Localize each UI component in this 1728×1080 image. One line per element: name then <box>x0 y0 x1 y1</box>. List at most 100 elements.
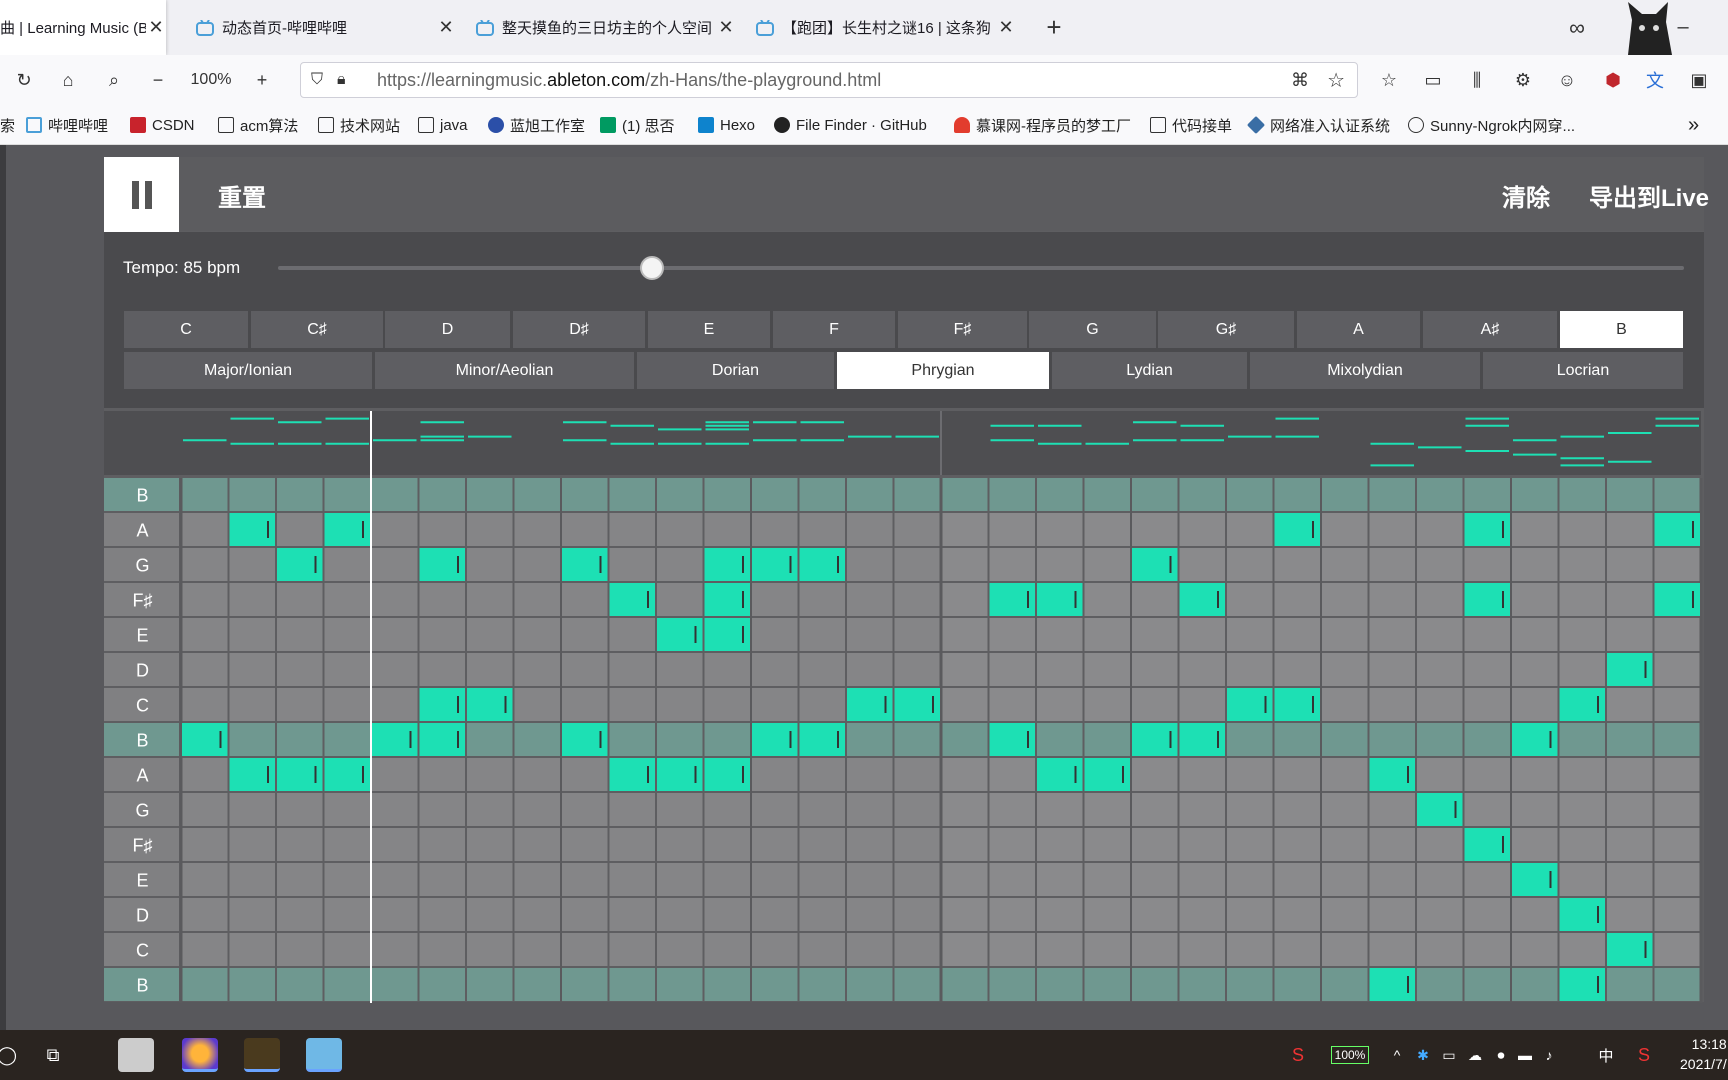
zoom-level[interactable]: 100% <box>182 55 240 105</box>
mode-button-locrian[interactable]: Locrian <box>1483 352 1683 389</box>
bookmark-star-icon[interactable]: ☆ <box>1327 68 1345 93</box>
library-icon[interactable]: ⫼ <box>1462 55 1492 105</box>
bookmark-label: java <box>440 116 468 134</box>
mode-button-mixolydian[interactable]: Mixolydian <box>1250 352 1480 389</box>
bookmark-label: 哔哩哔哩 <box>48 117 109 135</box>
folder-icon <box>1150 117 1166 133</box>
reading-list-icon[interactable]: ☆ <box>1374 55 1404 105</box>
tab-video[interactable]: 【跑团】长生村之谜16 | 这条狗 ✕ <box>756 0 1016 55</box>
hexo-icon <box>698 117 714 133</box>
shield-icon: ⛉ <box>311 71 324 88</box>
battery-icon[interactable]: ▬ <box>1514 1030 1536 1080</box>
mode-button-lydian[interactable]: Lydian <box>1052 352 1247 389</box>
bookmark-folder[interactable]: 技术网站 <box>318 113 400 137</box>
chevron-up-icon[interactable]: ^ <box>1386 1030 1408 1080</box>
key-button-g-sharp[interactable]: G♯ <box>1158 311 1294 348</box>
volume-icon[interactable]: ♪ <box>1538 1030 1560 1080</box>
close-tab-icon[interactable]: ✕ <box>146 17 166 38</box>
minimize-icon[interactable]: – <box>1668 0 1698 55</box>
export-to-live-button[interactable]: 导出到Live <box>1589 178 1709 213</box>
key-button-d-sharp[interactable]: D♯ <box>513 311 645 348</box>
battery-indicator[interactable]: 100% <box>1318 1030 1382 1080</box>
firefox-app-icon[interactable] <box>182 1038 218 1072</box>
settings-gear-icon[interactable]: ⚙ <box>1508 55 1538 105</box>
key-button-e[interactable]: E <box>648 311 770 348</box>
translate-extension-icon[interactable]: 文 <box>1640 55 1670 105</box>
windows-taskbar: ◯ ⧉ S 100% ^ ✱ ▭ ☁ ⏺ ▬ ♪ 中 S <box>0 1030 1728 1080</box>
segmentfault-icon <box>600 117 616 133</box>
tab-learning-music[interactable]: 曲 | Learning Music (Be ✕ <box>0 0 166 55</box>
sidebar-icon[interactable]: ▭ <box>1418 55 1448 105</box>
bilibili-icon <box>756 18 774 36</box>
zoom-out-icon[interactable]: − <box>142 55 174 105</box>
bookmark-folder[interactable]: 代码接单 <box>1150 113 1232 137</box>
sogou-tray-icon[interactable]: S <box>1630 1030 1658 1080</box>
bookmark-item[interactable]: 索 <box>0 113 15 137</box>
bookmark-item[interactable]: 蓝旭工作室 <box>488 113 585 137</box>
key-button-a[interactable]: A <box>1297 311 1420 348</box>
key-button-g[interactable]: G <box>1029 311 1156 348</box>
anime-app-icon[interactable] <box>306 1038 342 1072</box>
key-button-b[interactable]: B <box>1560 311 1683 348</box>
adblock-icon[interactable]: ⬢ <box>1598 55 1628 105</box>
new-tab-button[interactable]: + <box>1036 0 1072 55</box>
reload-icon[interactable]: ↻ <box>8 55 40 105</box>
bookmark-item[interactable]: CSDN <box>130 113 195 137</box>
key-button-c[interactable]: C <box>124 311 248 348</box>
mode-button-phrygian[interactable]: Phrygian <box>837 352 1049 389</box>
game-app-icon[interactable] <box>244 1038 280 1072</box>
search-icon[interactable]: ◯ <box>0 1030 17 1080</box>
task-view-icon[interactable]: ⧉ <box>38 1030 68 1080</box>
pause-icon-bar <box>144 180 152 209</box>
tempo-slider-track[interactable] <box>278 266 1684 270</box>
close-tab-icon[interactable]: ✕ <box>436 17 456 38</box>
key-button-d[interactable]: D <box>385 311 510 348</box>
bookmark-item[interactable]: 网络准入认证系统 <box>1246 113 1390 137</box>
lanxu-icon <box>488 117 504 133</box>
key-button-c-sharp[interactable]: C♯ <box>251 311 383 348</box>
close-tab-icon[interactable]: ✕ <box>716 17 736 38</box>
display-icon[interactable]: ▭ <box>1438 1030 1460 1080</box>
bookmark-item[interactable]: (1) 思否 <box>600 113 675 137</box>
key-button-a-sharp[interactable]: A♯ <box>1423 311 1557 348</box>
bookmark-folder[interactable]: acm算法 <box>218 113 298 137</box>
clear-button[interactable]: 清除 <box>1502 178 1550 213</box>
extension-icon[interactable]: ☺ <box>1552 55 1582 105</box>
more-bookmarks-icon[interactable]: » <box>1688 113 1699 137</box>
reset-button[interactable]: 重置 <box>218 178 266 213</box>
mode-button-minor[interactable]: Minor/Aeolian <box>375 352 634 389</box>
key-button-f[interactable]: F <box>773 311 895 348</box>
extension-menu-icon[interactable]: ▣ <box>1684 55 1714 105</box>
microphone-icon[interactable]: ⏺ <box>1490 1030 1512 1080</box>
key-button-f-sharp[interactable]: F♯ <box>898 311 1027 348</box>
bookmark-item[interactable]: 慕课网-程序员的梦工厂 <box>954 113 1131 137</box>
bookmark-item[interactable]: Hexo <box>698 113 755 137</box>
mode-button-major[interactable]: Major/Ionian <box>124 352 372 389</box>
close-tab-icon[interactable]: ✕ <box>996 17 1016 38</box>
tab-bilibili-dynamic[interactable]: 动态首页-哔哩哔哩 ✕ <box>196 0 456 55</box>
tab-user-space[interactable]: 整天摸鱼的三日坊主的个人空间 ✕ <box>476 0 736 55</box>
bookmark-item[interactable]: File Finder · GitHub <box>774 113 927 137</box>
translate-icon[interactable]: ⌘ <box>1291 70 1309 91</box>
csdn-icon <box>130 117 146 133</box>
url-bar[interactable]: ⛉ 🔒︎ https://learningmusic. ableton.com/z… <box>300 62 1358 98</box>
tempo-slider-knob[interactable] <box>640 256 664 280</box>
pause-button[interactable] <box>104 157 179 232</box>
sogou-icon[interactable]: S <box>1284 1030 1312 1080</box>
notepad-app-icon[interactable] <box>118 1038 154 1072</box>
tempo-label: Tempo: 85 bpm <box>123 258 241 277</box>
bookmark-item[interactable]: Sunny-Ngrok内网穿... <box>1408 113 1575 137</box>
home-icon[interactable]: ⌂ <box>52 55 84 105</box>
mode-button-dorian[interactable]: Dorian <box>637 352 834 389</box>
system-clock[interactable]: 13:18 2021/7/ <box>1680 1034 1727 1074</box>
bookmark-folder[interactable]: java <box>418 113 468 137</box>
bookmark-item[interactable]: 哔哩哔哩 <box>26 113 108 137</box>
zoom-in-icon[interactable]: + <box>246 55 278 105</box>
search-icon[interactable]: ⌕ <box>98 55 130 105</box>
pause-icon <box>131 180 139 209</box>
ime-indicator[interactable]: 中 <box>1594 1030 1618 1080</box>
bookmark-label: acm算法 <box>240 117 299 135</box>
cloud-icon[interactable]: ☁ <box>1464 1030 1486 1080</box>
bookmark-label: Sunny-Ngrok内网穿... <box>1430 117 1576 135</box>
bluetooth-icon[interactable]: ✱ <box>1412 1030 1434 1080</box>
